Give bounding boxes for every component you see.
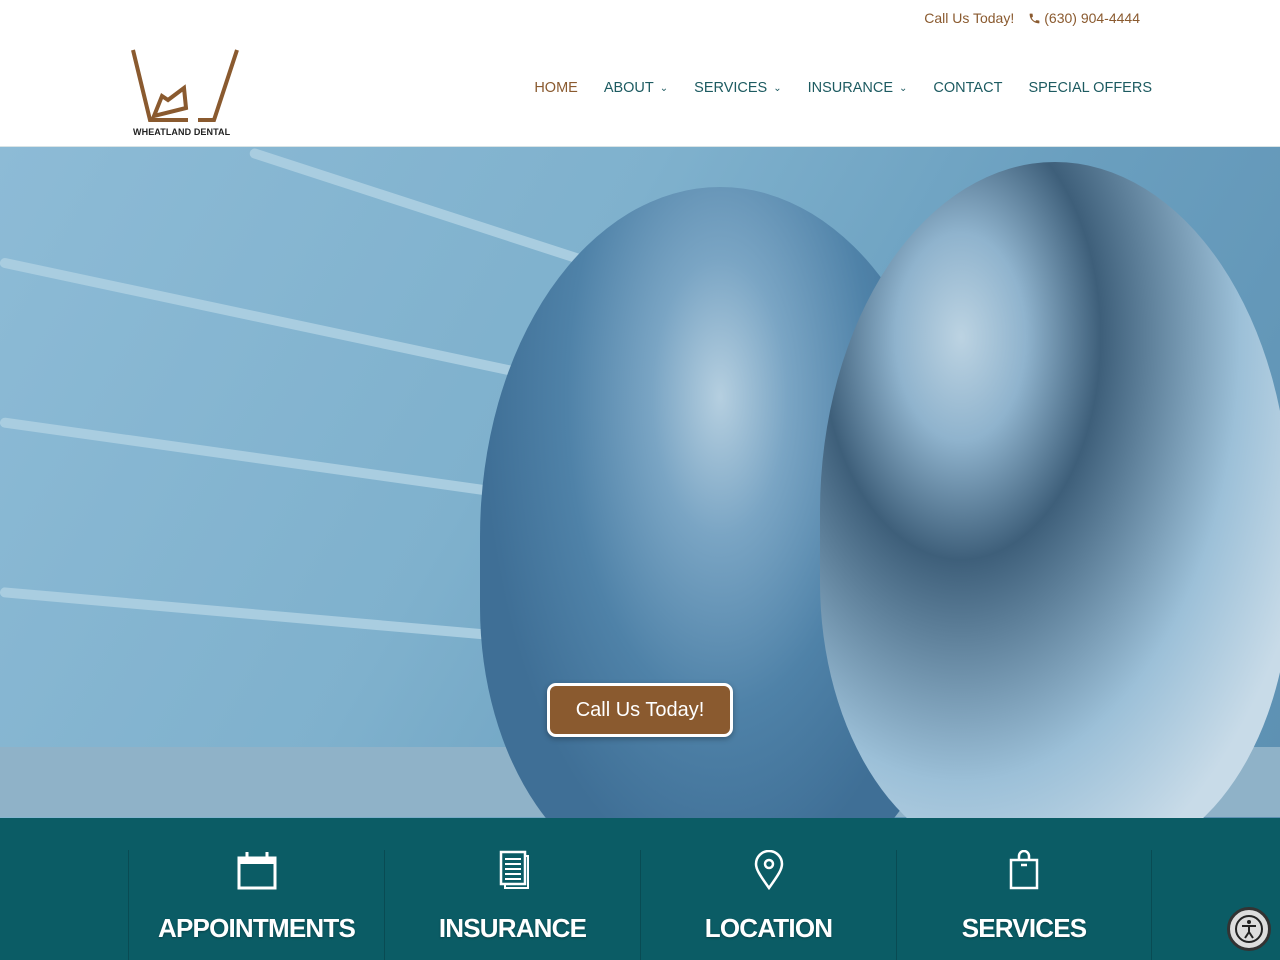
phone-link[interactable]: (630) 904-4444: [1028, 10, 1140, 26]
feature-label: LOCATION: [704, 913, 833, 943]
feature-appointments[interactable]: APPOINTMENTS: [128, 850, 384, 960]
railing: [0, 587, 499, 641]
accessibility-button[interactable]: [1227, 907, 1271, 951]
call-us-text: Call Us Today!: [924, 10, 1015, 26]
top-bar: Call Us Today! (630) 904-4444: [924, 10, 1140, 26]
nav-label: SERVICES: [694, 80, 768, 96]
hero-woman: [820, 162, 1280, 818]
accessibility-icon: [1235, 915, 1263, 943]
feature-label: INSURANCE: [438, 913, 587, 943]
nav-label: INSURANCE: [807, 80, 894, 96]
nav-contact[interactable]: CONTACT: [933, 80, 1002, 96]
nav-about[interactable]: ABOUT ⌄: [604, 80, 668, 96]
nav-special-offers[interactable]: SPECIAL OFFERS: [1028, 80, 1152, 96]
chevron-down-icon: ⌄: [659, 82, 669, 94]
feature-services[interactable]: SERVICES: [896, 850, 1152, 960]
nav-insurance[interactable]: INSURANCE ⌄: [808, 80, 908, 96]
feature-location[interactable]: LOCATION: [640, 850, 896, 960]
nav-home[interactable]: HOME: [534, 80, 578, 96]
document-icon: [499, 850, 529, 889]
wheatland-dental-logo[interactable]: [130, 48, 240, 138]
phone-icon: [1029, 13, 1040, 23]
nav-label: ABOUT: [603, 80, 654, 96]
logo-text: WHEATLAND DENTAL: [133, 127, 231, 137]
feature-label: SERVICES: [961, 913, 1087, 943]
feature-insurance[interactable]: INSURANCE: [384, 850, 640, 960]
nav-label: CONTACT: [933, 80, 1003, 96]
shopping-bag-icon: [1009, 850, 1039, 890]
nav-label: HOME: [534, 80, 578, 96]
chevron-down-icon: ⌄: [899, 82, 908, 94]
chevron-down-icon: ⌄: [773, 82, 782, 94]
features-band: APPOINTMENTS INSURANCE LOCATION SERVICES: [0, 818, 1280, 960]
calendar-icon: [237, 852, 276, 890]
main-nav: HOME ABOUT ⌄ SERVICES ⌄ INSURANCE ⌄ CONTACT…: [534, 80, 1152, 96]
phone-number: (630) 904-4444: [1044, 10, 1140, 26]
nav-label: SPECIAL OFFERS: [1028, 80, 1152, 96]
map-pin-icon: [754, 850, 783, 890]
site-header: Call Us Today! (630) 904-4444 WHEATLAND …: [0, 0, 1280, 147]
feature-label: APPOINTMENTS: [158, 913, 356, 943]
nav-services[interactable]: SERVICES ⌄: [694, 80, 781, 96]
call-us-today-button[interactable]: Call Us Today!: [547, 683, 733, 737]
